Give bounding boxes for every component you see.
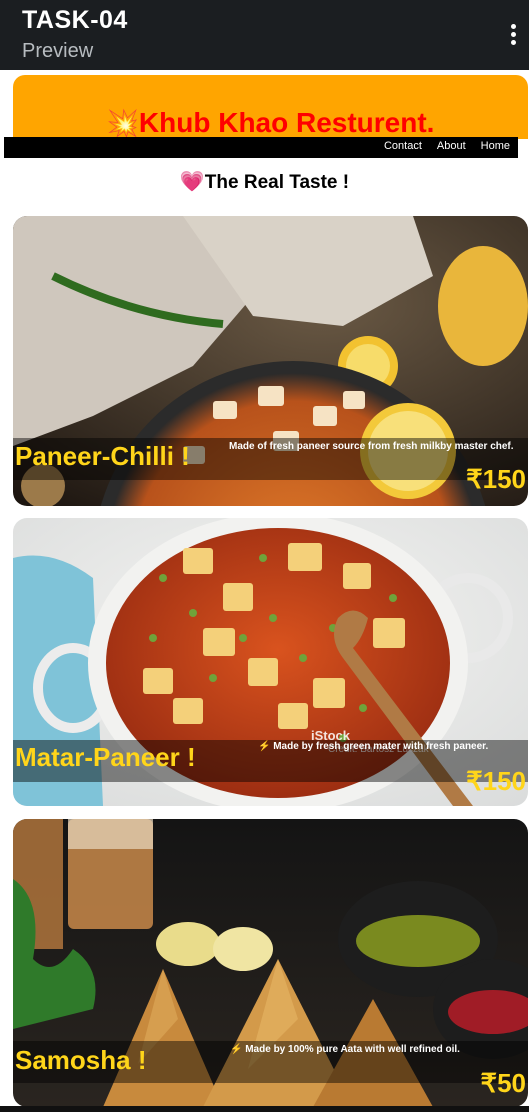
tagline-text: The Real Taste ! — [204, 172, 350, 193]
app-title: TASK-04 — [22, 6, 128, 34]
dish-price: ₹50 — [480, 1068, 526, 1098]
dish-name: Samosha ! — [15, 1045, 147, 1075]
dish-description: ⚡ Made by fresh green mater with fresh p… — [258, 741, 489, 752]
header-banner: 💥Khub Khao Resturent. — [13, 75, 528, 139]
nav-about-link[interactable]: About — [437, 140, 466, 152]
bottom-divider — [0, 1106, 529, 1112]
app-bar: TASK-04 Preview — [0, 0, 529, 70]
app-subtitle: Preview — [22, 40, 94, 62]
dish-name: Paneer-Chilli ! — [15, 441, 190, 471]
dish-description: Made of fresh paneer source from fresh m… — [229, 441, 514, 452]
dish-card-samosha[interactable]: Samosha ! ⚡ Made by 100% pure Aata with … — [13, 819, 528, 1107]
navbar: Contact About Home — [4, 137, 518, 158]
dish-card-paneer-chilli[interactable]: Paneer-Chilli ! Made of fresh paneer sou… — [13, 216, 528, 506]
dish-card-matar-paneer[interactable]: iStock Credit: Bartosz Luczak Matar-Pane… — [13, 518, 528, 806]
nav-home-link[interactable]: Home — [481, 140, 510, 152]
brand-text: Khub Khao Resturent. — [138, 107, 435, 138]
tagline: 💗The Real Taste ! — [0, 169, 529, 194]
more-vert-icon[interactable] — [509, 24, 517, 48]
restaurant-name: 💥Khub Khao Resturent. — [13, 107, 528, 139]
nav-contact-link[interactable]: Contact — [384, 140, 422, 152]
dish-price: ₹150 — [466, 464, 526, 494]
heart-icon: 💗 — [179, 171, 205, 193]
dish-name: Matar-Paneer ! — [15, 742, 196, 772]
dish-description: ⚡ Made by 100% pure Aata with well refin… — [230, 1044, 460, 1055]
dish-price: ₹150 — [466, 766, 526, 796]
explosion-icon: 💥 — [106, 108, 139, 138]
